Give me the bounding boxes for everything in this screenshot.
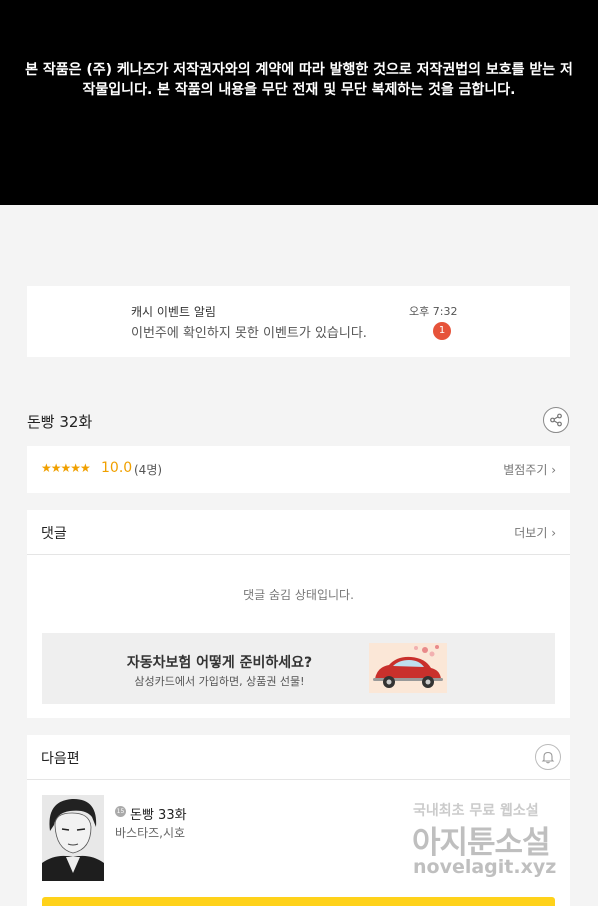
view-button[interactable] xyxy=(42,897,555,906)
ad-banner[interactable]: 자동차보험 어떻게 준비하세요? 삼성카드에서 가입하면, 상품권 선물! xyxy=(42,633,555,704)
rating-score: 10.0 xyxy=(101,460,133,476)
notify-button[interactable] xyxy=(535,744,561,770)
car-ad-image xyxy=(369,643,447,693)
comments-hidden-message: 댓글 숨김 상태입니다. xyxy=(243,588,354,602)
comments-section: 댓글 더보기 › 댓글 숨김 상태입니다. 자동차보험 어떻게 준비하세요? 삼… xyxy=(27,510,570,718)
share-icon xyxy=(550,413,562,427)
push-notification-card[interactable]: 캐시 이벤트 알림 이번주에 확인하지 못한 이벤트가 있습니다. 오후 7:3… xyxy=(27,286,570,357)
push-title: 캐시 이벤트 알림 xyxy=(131,305,216,319)
next-episode-thumbnail[interactable] xyxy=(42,795,104,881)
copyright-text: 본 작품은 (주) 케나즈가 저작권자와의 계약에 따라 발행한 것으로 저작권… xyxy=(25,62,573,98)
age-rating-badge: 15 xyxy=(115,806,126,817)
bell-icon xyxy=(541,751,555,764)
push-time: 오후 7:32 xyxy=(409,305,458,318)
rating-stars: ★★★★★ xyxy=(41,461,91,475)
rating-bar: ★★★★★ 10.0 (4명) 별점주기 › xyxy=(27,446,570,493)
next-title: 다음편 xyxy=(41,751,80,767)
push-body: 이번주에 확인하지 못한 이벤트가 있습니다. xyxy=(131,326,367,341)
watermark-url: novelagit.xyz xyxy=(413,856,557,878)
comments-title: 댓글 xyxy=(41,526,67,542)
share-button[interactable] xyxy=(543,407,569,433)
next-episode-authors: 바스타즈,시호 xyxy=(115,826,186,840)
unread-badge: 1 xyxy=(433,322,451,340)
next-header: 다음편 xyxy=(27,735,570,780)
next-episode-title[interactable]: 돈빵 33화 xyxy=(130,804,187,823)
ad-title: 자동차보험 어떻게 준비하세요? xyxy=(126,655,313,671)
comments-more-button[interactable]: 더보기 › xyxy=(514,524,556,541)
episode-title: 돈빵 32화 xyxy=(27,413,93,431)
copyright-notice: 본 작품은 (주) 케나즈가 저작권자와의 계약에 따라 발행한 것으로 저작권… xyxy=(0,0,598,205)
ad-subtitle: 삼성카드에서 가입하면, 상품권 선물! xyxy=(134,675,305,688)
rate-button[interactable]: 별점주기 › xyxy=(503,461,556,478)
rating-count: (4명) xyxy=(134,463,163,477)
comments-header: 댓글 더보기 › xyxy=(27,510,570,555)
